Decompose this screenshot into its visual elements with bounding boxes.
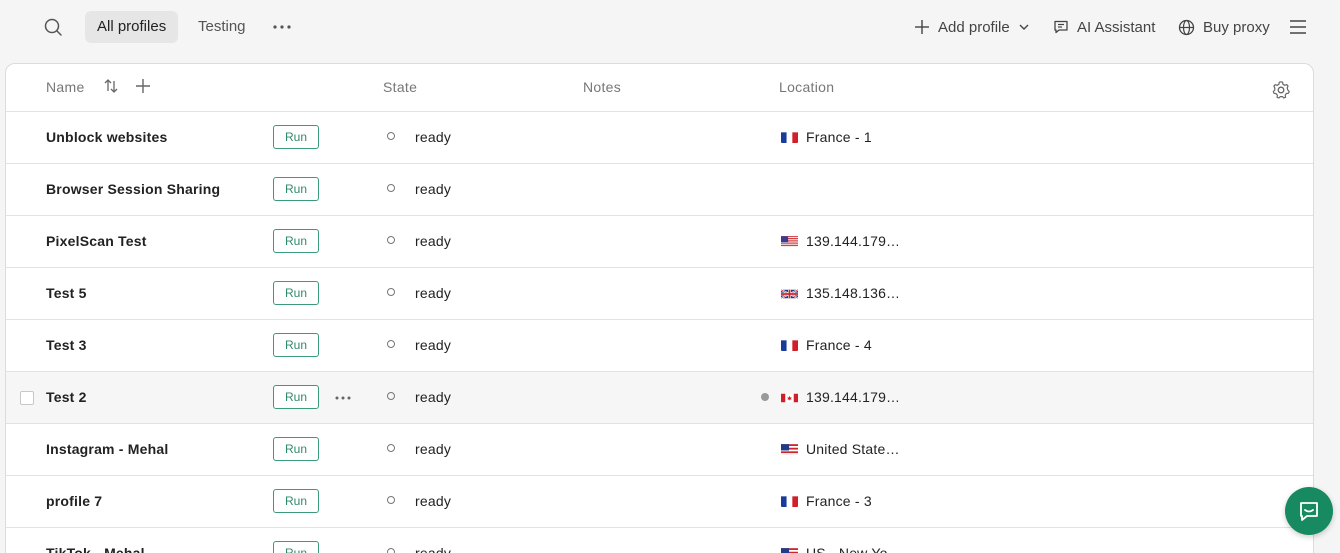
table-row[interactable]: PixelScan Test Run ready 139.144.179… bbox=[6, 216, 1313, 268]
ai-assistant-label: AI Assistant bbox=[1077, 18, 1156, 36]
state-status-icon bbox=[387, 496, 395, 504]
state-value: ready bbox=[415, 233, 452, 249]
chat-icon bbox=[1054, 20, 1068, 34]
state-status-icon bbox=[387, 392, 395, 400]
location-value[interactable]: France - 4 bbox=[806, 337, 872, 353]
run-button[interactable]: Run bbox=[273, 541, 319, 553]
state-status-icon bbox=[387, 236, 395, 244]
add-column-plus-icon[interactable] bbox=[134, 77, 152, 95]
table-row[interactable]: Test 5 Run ready 135.148.136… bbox=[6, 268, 1313, 320]
profile-name[interactable]: Test 5 bbox=[46, 285, 87, 301]
state-status-icon bbox=[387, 184, 395, 192]
add-profile-label: Add profile bbox=[938, 18, 1010, 36]
flag-us-partial-icon bbox=[781, 547, 798, 553]
table-row[interactable]: Test 2 Run ready 139.144.179… bbox=[6, 372, 1313, 424]
flag-us-icon bbox=[781, 235, 798, 247]
buy-proxy-button[interactable]: Buy proxy bbox=[1178, 14, 1270, 40]
column-header-name[interactable]: Name bbox=[46, 79, 85, 95]
chevron-down-icon bbox=[1019, 24, 1029, 30]
profile-name[interactable]: Browser Session Sharing bbox=[46, 181, 220, 197]
more-horizontal-icon[interactable] bbox=[270, 15, 294, 39]
flag-fr-icon bbox=[781, 131, 798, 143]
profile-name[interactable]: profile 7 bbox=[46, 493, 102, 509]
search-icon[interactable] bbox=[41, 15, 65, 39]
table-row[interactable]: Unblock websites Run ready France - 1 bbox=[6, 112, 1313, 164]
run-button[interactable]: Run bbox=[273, 437, 319, 461]
tab-testing[interactable]: Testing bbox=[186, 11, 258, 43]
state-value: ready bbox=[415, 441, 452, 457]
plus-icon bbox=[915, 20, 929, 34]
location-value[interactable]: 135.148.136… bbox=[806, 285, 898, 301]
sort-icon[interactable] bbox=[103, 77, 119, 95]
flag-us-partial-icon bbox=[781, 443, 798, 455]
table-row[interactable]: Instagram - Mehal Run ready United State… bbox=[6, 424, 1313, 476]
table-row[interactable]: profile 7 Run ready France - 3 bbox=[6, 476, 1313, 528]
profiles-table: Name State Notes Location Unblock websit… bbox=[5, 63, 1314, 553]
connection-dot-icon bbox=[761, 393, 769, 401]
flag-ca-icon bbox=[781, 391, 798, 403]
row-checkbox[interactable] bbox=[20, 391, 34, 405]
profile-name[interactable]: TikTok - Mehal bbox=[46, 545, 145, 553]
profile-name[interactable]: Unblock websites bbox=[46, 129, 167, 145]
column-header-notes[interactable]: Notes bbox=[583, 79, 621, 95]
gear-icon[interactable] bbox=[1271, 80, 1291, 100]
run-button[interactable]: Run bbox=[273, 281, 319, 305]
run-button[interactable]: Run bbox=[273, 385, 319, 409]
ai-assistant-button[interactable]: AI Assistant bbox=[1053, 14, 1155, 40]
table-row[interactable]: Test 3 Run ready France - 4 bbox=[6, 320, 1313, 372]
flag-fr-icon bbox=[781, 495, 798, 507]
state-status-icon bbox=[387, 132, 395, 140]
state-value: ready bbox=[415, 545, 452, 553]
table-row[interactable]: Browser Session Sharing Run ready bbox=[6, 164, 1313, 216]
profile-name[interactable]: PixelScan Test bbox=[46, 233, 147, 249]
state-value: ready bbox=[415, 181, 452, 197]
state-value: ready bbox=[415, 493, 452, 509]
chat-bubble-icon bbox=[1300, 502, 1318, 521]
location-value[interactable]: France - 1 bbox=[806, 129, 872, 145]
location-value[interactable]: France - 3 bbox=[806, 493, 872, 509]
chat-support-button[interactable] bbox=[1285, 487, 1333, 535]
state-status-icon bbox=[387, 444, 395, 452]
row-more-icon[interactable] bbox=[333, 388, 353, 408]
profile-name[interactable]: Test 3 bbox=[46, 337, 87, 353]
flag-fr-icon bbox=[781, 339, 798, 351]
profile-name[interactable]: Instagram - Mehal bbox=[46, 441, 168, 457]
run-button[interactable]: Run bbox=[273, 229, 319, 253]
add-profile-button[interactable]: Add profile bbox=[914, 14, 1030, 40]
location-value[interactable]: 139.144.179… bbox=[806, 233, 898, 249]
run-button[interactable]: Run bbox=[273, 489, 319, 513]
location-value[interactable]: 139.144.179… bbox=[806, 389, 898, 405]
column-header-state[interactable]: State bbox=[383, 79, 417, 95]
state-value: ready bbox=[415, 389, 452, 405]
tab-all-profiles[interactable]: All profiles bbox=[85, 11, 179, 43]
globe-icon bbox=[1178, 19, 1195, 35]
location-value[interactable]: United State… bbox=[806, 441, 898, 457]
state-status-icon bbox=[387, 548, 395, 553]
table-row[interactable]: TikTok - Mehal Run ready US - New Yo… bbox=[6, 528, 1313, 553]
state-value: ready bbox=[415, 129, 452, 145]
buy-proxy-label: Buy proxy bbox=[1203, 18, 1270, 36]
state-value: ready bbox=[415, 285, 452, 301]
state-value: ready bbox=[415, 337, 452, 353]
state-status-icon bbox=[387, 340, 395, 348]
state-status-icon bbox=[387, 288, 395, 296]
menu-icon[interactable] bbox=[1287, 16, 1309, 38]
top-bar: All profiles Testing Add profile AI Assi… bbox=[0, 0, 1340, 54]
run-button[interactable]: Run bbox=[273, 125, 319, 149]
run-button[interactable]: Run bbox=[273, 177, 319, 201]
run-button[interactable]: Run bbox=[273, 333, 319, 357]
column-header-location[interactable]: Location bbox=[779, 79, 834, 95]
table-header: Name State Notes Location bbox=[6, 64, 1313, 112]
profile-name[interactable]: Test 2 bbox=[46, 389, 87, 405]
flag-gb-icon bbox=[781, 287, 798, 299]
location-value[interactable]: US - New Yo… bbox=[806, 545, 898, 553]
